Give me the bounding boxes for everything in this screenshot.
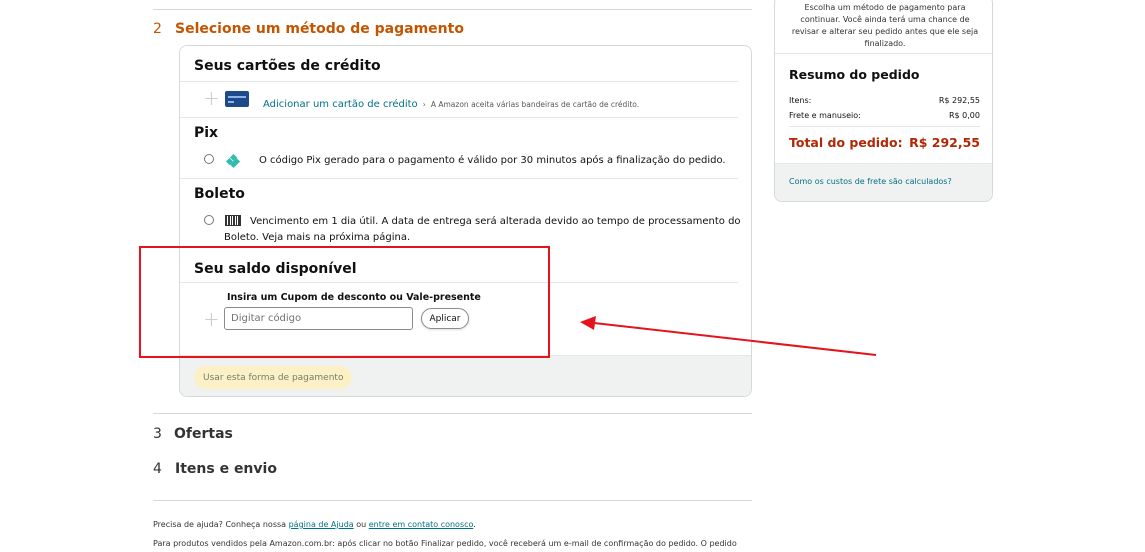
shipping-value: R$ 0,00 [948,111,980,120]
items-value: R$ 292,55 [938,96,980,105]
shipping-label: Frete e manuseio: [789,111,861,120]
help-text: Precisa de ajuda? Conheça nossa página d… [153,520,476,529]
summary-title: Resumo do pedido [789,67,920,82]
summary-note: Escolha um método de pagamento para cont… [791,3,979,48]
divider [775,53,992,54]
step-title: Ofertas [174,426,233,442]
total-line: Total do pedido: R$ 292,55 [789,135,980,150]
step-number: 4 [153,461,162,477]
order-confirmation-text: Para produtos vendidos pela Amazon.com.b… [153,539,737,548]
help-suffix: . [473,520,476,529]
items-label: Itens: [789,96,812,105]
help-page-link[interactable]: página de Ajuda [289,520,354,529]
total-label: Total do pedido: [789,135,903,150]
summary-footer: Como os custos de frete são calculados? [775,163,992,201]
divider [789,126,980,127]
shipping-line: Frete e manuseio: R$ 0,00 [789,111,980,120]
help-mid: ou [353,520,369,529]
items-line: Itens: R$ 292,55 [789,96,980,105]
step-offers-header[interactable]: 3 Ofertas [153,426,233,442]
help-prefix: Precisa de ajuda? Conheça nossa [153,520,289,529]
step-number: 3 [153,426,162,442]
step-title: Itens e envio [175,461,277,477]
total-value: R$ 292,55 [909,135,980,150]
divider [153,500,752,501]
divider [153,413,752,414]
shipping-costs-link[interactable]: Como os custos de frete são calculados? [789,177,952,186]
contact-us-link[interactable]: entre em contato conosco [369,520,474,529]
step-items-header[interactable]: 4 Itens e envio [153,461,277,477]
order-summary-panel: Escolha um método de pagamento para cont… [774,0,993,202]
